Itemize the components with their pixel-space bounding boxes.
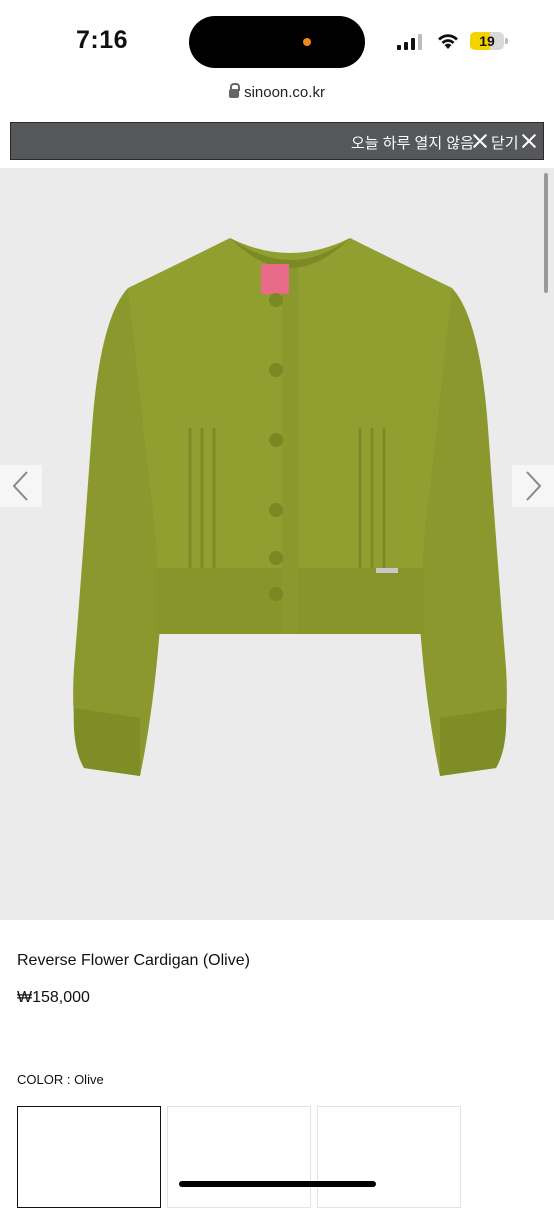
color-label: COLOR : Olive: [17, 1072, 104, 1087]
dont-show-today-button[interactable]: 오늘 하루 열지 않음: [351, 132, 474, 153]
battery-terminal: [505, 38, 508, 44]
product-image: [73, 238, 507, 776]
popup-close-bar: 오늘 하루 열지 않음 닫기: [10, 122, 544, 160]
close-icon[interactable]: [521, 133, 537, 149]
color-swatch-selected[interactable]: [17, 1106, 161, 1208]
home-indicator[interactable]: [179, 1181, 376, 1187]
recording-indicator: [303, 38, 311, 46]
scrollbar[interactable]: [544, 173, 548, 293]
status-time: 7:16: [76, 26, 129, 54]
color-swatch[interactable]: [317, 1106, 461, 1208]
status-bar: 7:16 19: [0, 0, 554, 84]
lock-icon: [229, 83, 241, 98]
wifi-icon: [438, 34, 458, 49]
product-name: Reverse Flower Cardigan (Olive): [17, 952, 250, 969]
next-image-button[interactable]: [512, 465, 554, 507]
cellular-signal-icon: [397, 34, 422, 50]
dynamic-island: [189, 16, 365, 68]
close-button[interactable]: 닫기: [491, 132, 519, 153]
address-bar[interactable]: sinoon.co.kr: [0, 83, 554, 112]
close-icon[interactable]: [472, 133, 488, 149]
product-price: ₩158,000: [17, 989, 90, 1006]
color-swatch[interactable]: [167, 1106, 311, 1208]
chevron-right-icon: [526, 471, 542, 501]
prev-image-button[interactable]: [0, 465, 42, 507]
battery-percentage: 19: [479, 33, 495, 49]
chevron-left-icon: [12, 471, 28, 501]
url-text: sinoon.co.kr: [244, 84, 325, 101]
battery-icon: 19: [470, 32, 504, 50]
